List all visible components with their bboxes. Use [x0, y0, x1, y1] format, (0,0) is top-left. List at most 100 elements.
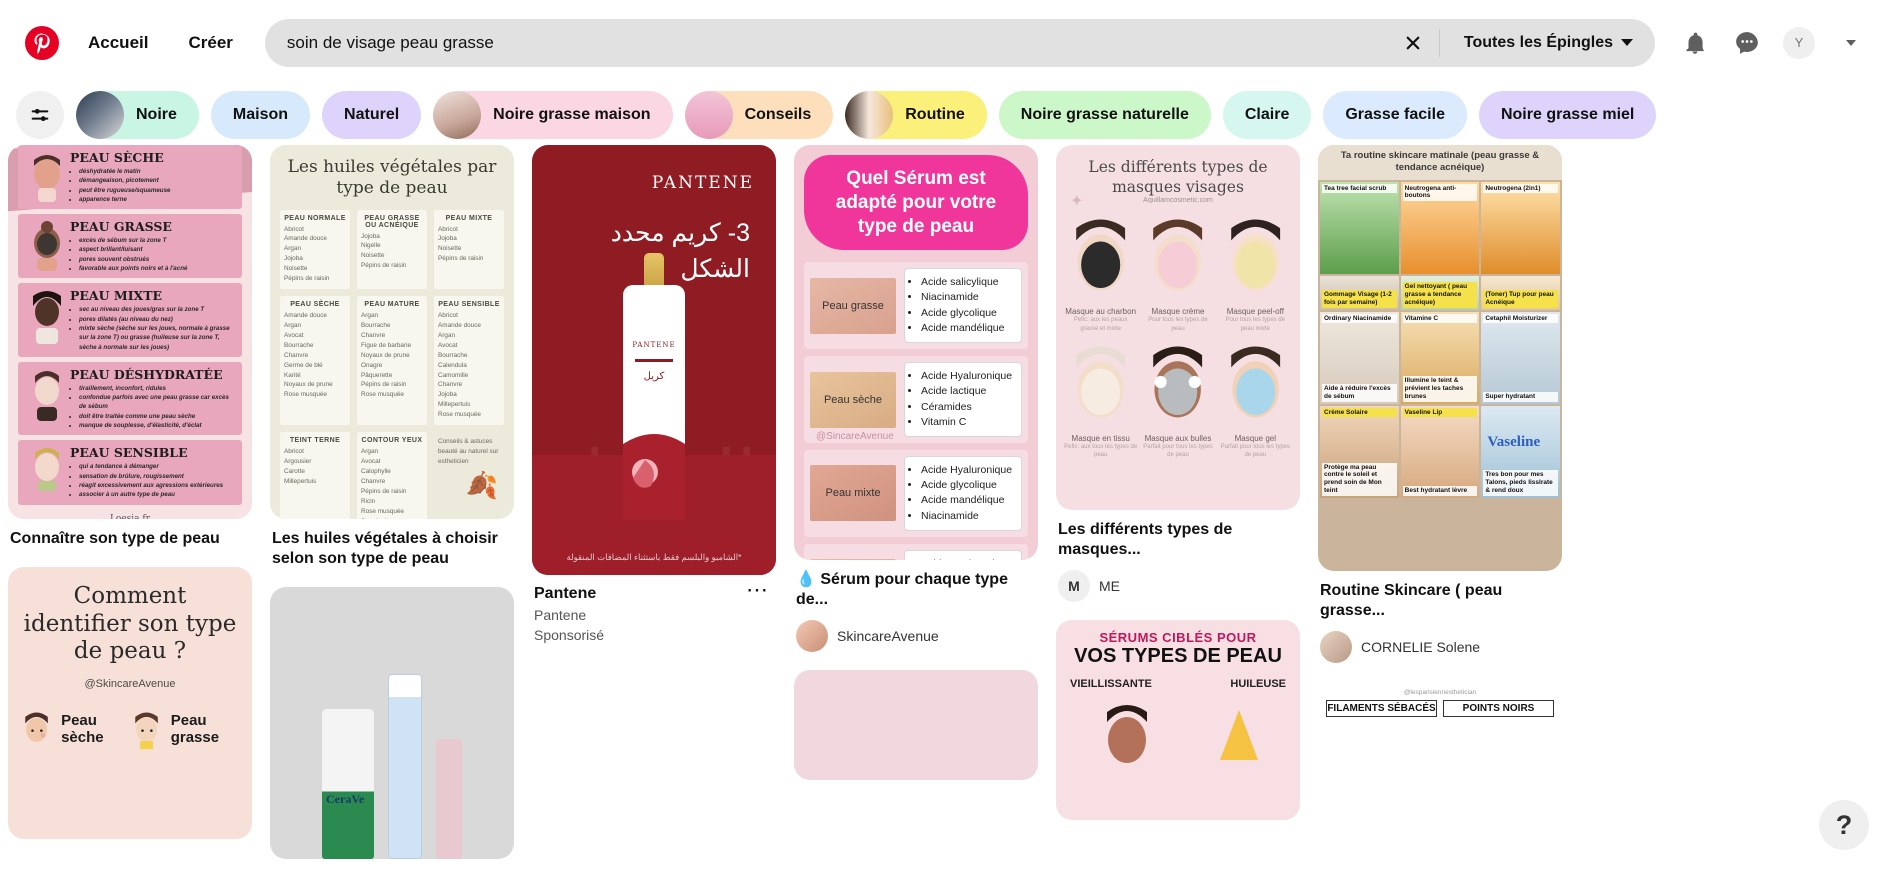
bottle-arabic-label: كريل: [643, 371, 665, 382]
product-label: CeraVe: [326, 792, 365, 806]
pin-image[interactable]: Connaître son TYPE DE PEAU PEAU SÈCHE: [8, 145, 252, 519]
pin-image[interactable]: Les huiles végétales par type de peau PE…: [270, 145, 514, 519]
artwork-card: PEAU SENSIBLE Abricot Amande douce Argan…: [434, 296, 504, 426]
account-menu-button[interactable]: [1827, 19, 1875, 67]
pin-title[interactable]: Connaître son type de peau: [10, 529, 250, 549]
notifications-button[interactable]: [1671, 19, 1719, 67]
pin-title[interactable]: Routine Skincare ( peau grasse...: [1320, 581, 1560, 621]
artwork-section-text: PEAU SENSIBLE qui a tendance à démanger …: [70, 445, 223, 499]
compare-item: POINTS NOIRS: [1443, 700, 1554, 717]
pin-card[interactable]: Les huiles végétales par type de peau PE…: [270, 145, 514, 569]
filter-chip-conseils[interactable]: Conseils: [684, 91, 834, 139]
nav-creer[interactable]: Créer: [170, 21, 250, 65]
filter-chip-routine[interactable]: Routine: [845, 91, 987, 139]
search-input[interactable]: [286, 32, 1393, 53]
artwork-heading: Quel Sérum est adapté pour votre type de…: [804, 155, 1028, 251]
pin-title[interactable]: 💧 Sérum pour chaque type de...: [796, 570, 1036, 610]
pin-author[interactable]: SkincareAvenue: [796, 620, 1036, 652]
nav-accueil[interactable]: Accueil: [70, 21, 166, 65]
pin-card[interactable]: Connaître son TYPE DE PEAU PEAU SÈCHE: [8, 145, 252, 549]
artwork-bullet: confondue parfois avec une peau grasse c…: [79, 393, 236, 412]
pin-artwork-identify-skin: Comment identifier son type de peau ? @S…: [8, 567, 252, 839]
artwork-bullet: pores dilatés (au niveau du nez): [79, 315, 236, 324]
pin-image[interactable]: PANTENE 3- كريم محدد الشكل الشكل PANTENE…: [532, 145, 776, 575]
pin-card[interactable]: Comment identifier son type de peau ? @S…: [8, 567, 252, 839]
pin-card-sponsored[interactable]: PANTENE 3- كريم محدد الشكل الشكل PANTENE…: [532, 145, 776, 643]
pin-card[interactable]: @lesparisiennesthetician FILAMENTS SÉBAC…: [1318, 681, 1562, 872]
pin-artwork-vegetable-oils: Les huiles végétales par type de peau PE…: [270, 145, 514, 519]
ingredient-item: Acide Hyaluronique: [921, 463, 1015, 478]
artwork-card-items: Abricot Jojoba Noisette Pépins de raisin: [438, 225, 484, 263]
collage-cell: Neutrogena (2in1): [1481, 181, 1560, 274]
ad-title[interactable]: Pantene: [534, 585, 604, 603]
search-bar[interactable]: Toutes les Épingles: [264, 18, 1655, 67]
avatar: M: [1058, 570, 1090, 602]
artwork-card-items: Conseils & astuces beauté au naturel sur…: [438, 438, 499, 466]
pin-title[interactable]: Les huiles végétales à choisir selon son…: [272, 529, 512, 569]
collage-cell: Ordinary Niacinamide Aide à réduire l'ex…: [1320, 311, 1399, 404]
face-illustration: [24, 367, 70, 430]
artwork-section-text: PEAU DÉSHYDRATÉE tiraillement, inconfort…: [70, 367, 236, 430]
help-button[interactable]: ?: [1819, 800, 1869, 850]
face-illustration: [24, 150, 70, 204]
more-options-icon[interactable]: ⋯: [740, 575, 776, 605]
mask-desc: Pour tous les types de peau: [1148, 317, 1208, 332]
pin-image[interactable]: @lesparisiennesthetician FILAMENTS SÉBAC…: [1318, 681, 1562, 872]
artwork-label: Peau sèche: [61, 711, 104, 746]
filter-chip-noire-grasse-miel[interactable]: Noire grasse miel: [1478, 91, 1657, 139]
messages-button[interactable]: [1723, 19, 1771, 67]
product-bottle: CeraVe: [322, 709, 374, 859]
pin-scope-dropdown[interactable]: Toutes les Épingles: [1446, 24, 1651, 62]
filter-chip-grasse-facile[interactable]: Grasse facile: [1323, 91, 1467, 139]
artwork-bullet: démangeaison, picotement: [79, 176, 170, 185]
pin-card[interactable]: CeraVe: [270, 587, 514, 859]
artwork-card: TEINT TERNE Abricot Argousier Carotte Mi…: [280, 432, 350, 519]
pin-image[interactable]: SÉRUMS CIBLÉS POUR VOS TYPES DE PEAU VIE…: [1056, 620, 1300, 820]
pin-image[interactable]: ✦ Les différents types de masques visage…: [1056, 145, 1300, 510]
pin-card[interactable]: Ta routine skincare matinale (peau grass…: [1318, 145, 1562, 663]
account-button[interactable]: Y: [1775, 19, 1823, 67]
filter-chip-noire[interactable]: Noire: [76, 91, 199, 139]
close-icon[interactable]: [1393, 23, 1433, 63]
ingredient-item: Vitamin C: [921, 415, 1015, 430]
pin-title[interactable]: Les différents types de masques...: [1058, 520, 1298, 560]
face-illustration: [24, 219, 70, 273]
artwork-card-title: PEAU MATURE: [364, 301, 420, 309]
avatar: Y: [1783, 26, 1815, 59]
skin-photo: Peau mixte: [810, 465, 896, 522]
filter-chip-maison[interactable]: Maison: [210, 91, 311, 139]
collage-tag: Neutrogena anti-boutons: [1402, 183, 1478, 202]
artwork-card-title: TEINT TERNE: [289, 437, 341, 445]
filter-chip-naturel[interactable]: Naturel: [322, 91, 422, 139]
pin-image[interactable]: Comment identifier son type de peau ? @S…: [8, 567, 252, 839]
pin-image[interactable]: CeraVe: [270, 587, 514, 859]
pin-author[interactable]: M ME: [1058, 570, 1298, 602]
collage-tag: Super hydratant: [1483, 391, 1558, 402]
artwork-tag: HUILEUSE: [1230, 678, 1286, 690]
pin-card[interactable]: SÉRUMS CIBLÉS POUR VOS TYPES DE PEAU VIE…: [1056, 620, 1300, 820]
collage-tag: Best hydratant lèvre: [1402, 485, 1478, 496]
pin-card[interactable]: Quel Sérum est adapté pour votre type de…: [794, 145, 1038, 652]
face-illustration: [1230, 219, 1280, 291]
pin-image[interactable]: [794, 670, 1038, 780]
mask-desc: Parfait pour tous les types de peau: [1143, 444, 1213, 459]
pin-author[interactable]: CORNELIE Solene: [1320, 631, 1560, 663]
pinterest-logo-icon[interactable]: [18, 19, 66, 67]
top-navigation-bar: Accueil Créer Toutes les Épingles Y: [0, 0, 1893, 85]
face-illustration: [1230, 346, 1280, 418]
pin-image[interactable]: Ta routine skincare matinale (peau grass…: [1318, 145, 1562, 571]
pin-artwork-products: CeraVe: [270, 587, 514, 859]
pin-card[interactable]: ✦ Les différents types de masques visage…: [1056, 145, 1300, 602]
filter-chip-noire-grasse-maison[interactable]: Noire grasse maison: [433, 91, 673, 139]
pin-artwork-targeted-serums: SÉRUMS CIBLÉS POUR VOS TYPES DE PEAU VIE…: [1056, 620, 1300, 820]
artwork-section-title: PEAU SÈCHE: [70, 150, 164, 165]
grid-column-1: Connaître son TYPE DE PEAU PEAU SÈCHE: [8, 145, 252, 857]
brand-wordmark: PANTENE: [651, 173, 754, 193]
pin-card[interactable]: [794, 670, 1038, 780]
mask-item: Masque crème Pour tous les types de peau: [1141, 210, 1214, 333]
filter-chip-noire-grasse-naturelle[interactable]: Noire grasse naturelle: [998, 91, 1211, 139]
pin-image[interactable]: Quel Sérum est adapté pour votre type de…: [794, 145, 1038, 560]
filter-chip-claire[interactable]: Claire: [1222, 91, 1312, 139]
tune-sliders-icon[interactable]: [16, 91, 64, 139]
filter-chip-label: Noire grasse miel: [1500, 106, 1635, 123]
